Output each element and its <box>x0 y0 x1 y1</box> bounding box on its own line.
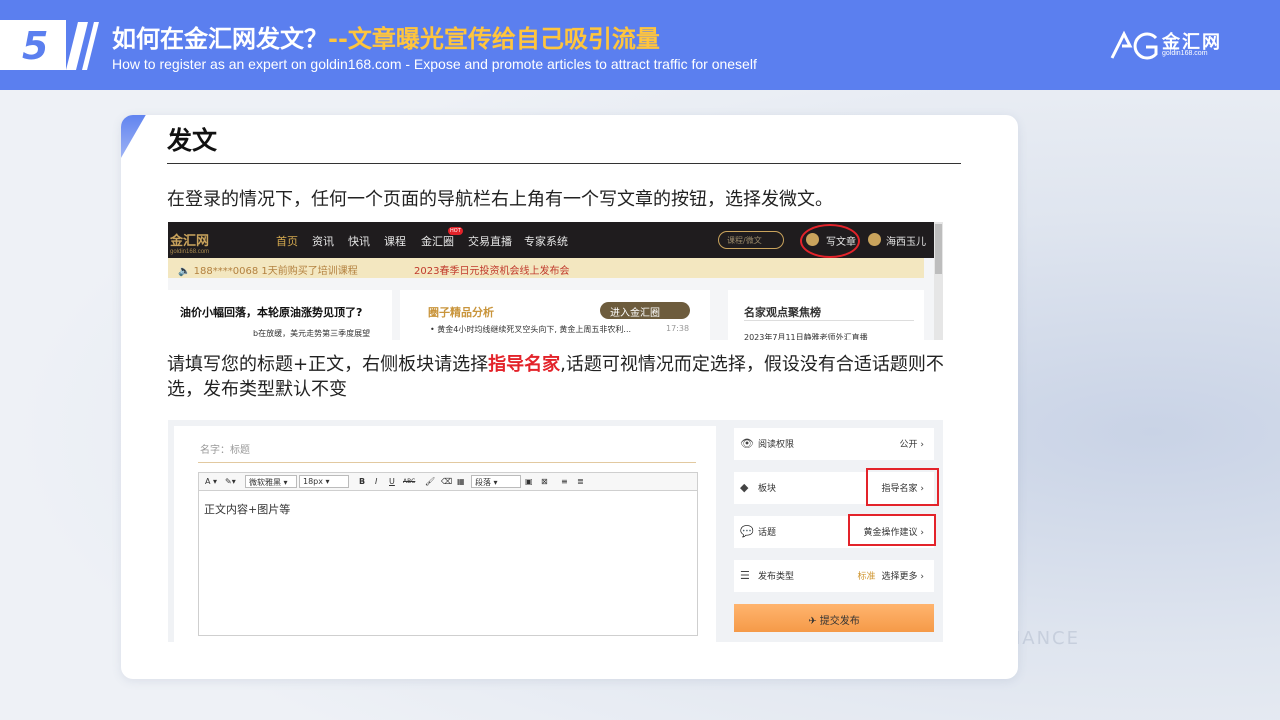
page-title: 如何在金汇网发文？--文章曝光宣传给自己吸引流量 <box>112 19 660 54</box>
section-number: 5 <box>22 24 49 68</box>
brush-icon[interactable]: 🖌 <box>425 477 435 486</box>
publish-type-more: 选择更多 › <box>881 572 924 582</box>
nav-item-home[interactable]: 首页 <box>276 233 298 249</box>
title-main: 如何在金汇网发文？ <box>112 25 328 53</box>
nav-item-courses[interactable]: 课程 <box>384 233 406 249</box>
underline-button[interactable]: U <box>389 477 395 486</box>
user-name[interactable]: 海西玉儿 <box>886 233 926 248</box>
news-headline[interactable]: 油价小幅回落，本轮原油涨势见顶了? <box>180 304 362 320</box>
scrollbar[interactable] <box>934 222 943 340</box>
nav-item-news[interactable]: 资讯 <box>312 233 334 249</box>
navbar-screenshot: 金汇网 goldin168.com 首页 资讯 快讯 课程 金汇圈 HOT 交易… <box>168 222 943 340</box>
highlight-ring <box>800 224 860 258</box>
ranking-divider <box>744 320 914 321</box>
section-number-box: 5 <box>0 20 66 70</box>
site-logo-url: goldin168.com <box>170 249 210 255</box>
section-label: 板块 <box>758 484 777 494</box>
nav-item-flash[interactable]: 快讯 <box>348 233 370 249</box>
publish-type-label: 发布类型 <box>758 572 795 582</box>
highlight-box-topic <box>848 514 936 546</box>
read-permission-value: 公开 › <box>899 440 924 450</box>
title-input[interactable]: 名字：标题 <box>200 441 250 456</box>
editor-toolbar: A ▾ ✎▾ 微软雅黑 ▾ 18px ▾ B I U ABC 🖌 ⌫ ▦ 段落 … <box>198 472 698 491</box>
font-size-value: 18px <box>303 477 323 486</box>
instruction-paragraph-1: 在登录的情况下，任何一个页面的导航栏右上角有一个写文章的按钮，选择发微文。 <box>167 189 833 210</box>
ticker-purchase: 🔈 188****0068 1天前购买了培训课程 <box>178 266 358 277</box>
eye-icon: 👁 <box>740 437 754 450</box>
font-family-select[interactable]: 微软雅黑 ▾ <box>245 475 297 488</box>
site-navbar: 金汇网 goldin168.com 首页 资讯 快讯 课程 金汇圈 HOT 交易… <box>168 222 934 258</box>
paragraph-value: 段落 <box>475 478 491 487</box>
font-size-select[interactable]: 18px ▾ <box>299 475 349 488</box>
circle-news-time: 17:38 <box>666 324 690 333</box>
image-icon[interactable]: ▣ <box>525 477 533 486</box>
enter-circle-button[interactable]: 进入金汇圈 <box>600 302 690 319</box>
ticker-bar: 🔈 188****0068 1天前购买了培训课程 2023春季日元投资机会线上发… <box>168 258 924 278</box>
table-icon[interactable]: ▦ <box>457 477 465 486</box>
logo-mark-icon <box>1110 30 1158 60</box>
site-logo-name: 金汇网 <box>170 234 210 249</box>
font-family-value: 微软雅黑 <box>249 478 281 487</box>
brand-logo: 金汇网 goldin168.com <box>1110 28 1230 62</box>
chat-icon: 💬 <box>740 525 754 538</box>
highlight-color-icon[interactable]: ✎▾ <box>225 477 236 486</box>
circle-column-title: 圈子精品分析 <box>428 306 494 319</box>
header-bar: 5 如何在金汇网发文？--文章曝光宣传给自己吸引流量 How to regist… <box>0 0 1280 90</box>
read-permission-row[interactable]: 👁 阅读权限 公开 › <box>734 428 934 460</box>
section-divider <box>167 163 961 164</box>
ticker-purchase-text: 188****0068 1天前购买了培训课程 <box>193 266 358 277</box>
submit-publish-button[interactable]: ✈ 提交发布 <box>734 604 934 632</box>
hot-badge: HOT <box>448 227 463 235</box>
align-justify-icon[interactable]: ≣ <box>577 477 584 486</box>
ranking-news-item[interactable]: 2023年7月11日静雅老师外汇直播 <box>744 332 868 340</box>
layers-icon: ◆ <box>740 481 749 494</box>
section-title: 发文 <box>167 126 218 155</box>
nav-item-circle[interactable]: 金汇圈 <box>421 233 454 249</box>
strike-button[interactable]: ABC <box>403 478 415 485</box>
para2-highlight: 指导名家 <box>488 354 561 375</box>
publish-type-row[interactable]: ☰ 发布类型 标准 选择更多 › <box>734 560 934 592</box>
page-subtitle: How to register as an expert on goldin16… <box>112 56 757 72</box>
font-color-label: A <box>205 477 211 486</box>
highlight-box-section <box>866 468 939 506</box>
ranking-column-title: 名家观点聚焦榜 <box>744 306 821 319</box>
publish-type-value: 标准 选择更多 › <box>858 569 924 582</box>
read-permission-label: 阅读权限 <box>758 440 795 450</box>
ticker-event[interactable]: 2023春季日元投资机会线上发布会 <box>414 262 569 277</box>
font-color-button[interactable]: A ▾ <box>205 477 217 486</box>
topic-label: 话题 <box>758 528 777 538</box>
bold-button[interactable]: B <box>359 477 365 486</box>
eraser-icon[interactable]: ⌫ <box>441 477 452 486</box>
avatar[interactable] <box>868 233 881 246</box>
title-underline <box>198 462 696 463</box>
para2-text-before: 请填写您的标题+正文，右侧板块请选择 <box>167 354 489 375</box>
news-subline[interactable]: b在放缓，美元走势第三季度展望 <box>253 328 370 339</box>
publish-type-current: 标准 <box>857 572 876 582</box>
card-corner-decor <box>121 115 155 165</box>
logo-url: goldin168.com <box>1162 50 1208 57</box>
nav-search-input[interactable]: 课程/微文 <box>718 231 784 249</box>
paragraph-select[interactable]: 段落 ▾ <box>471 475 521 488</box>
list-icon: ☰ <box>740 569 750 582</box>
nav-item-expert[interactable]: 专家系统 <box>524 233 568 249</box>
site-logo[interactable]: 金汇网 goldin168.com <box>170 230 209 255</box>
clear-icon[interactable]: ⊠ <box>541 477 548 486</box>
body-placeholder: 正文内容+图片等 <box>204 503 291 516</box>
align-left-icon[interactable]: ≡ <box>561 477 568 486</box>
italic-button[interactable]: I <box>375 477 377 486</box>
title-highlight: --文章曝光宣传给自己吸引流量 <box>328 25 660 53</box>
editor-screenshot: 名字：标题 A ▾ ✎▾ 微软雅黑 ▾ 18px ▾ B I U ABC 🖌 ⌫… <box>168 420 943 642</box>
circle-news-item[interactable]: • 黄金4小时均线继续死叉空头向下, 黄金上周五非农利... <box>430 324 631 335</box>
nav-item-live[interactable]: 交易直播 <box>468 233 512 249</box>
instruction-paragraph-2: 请填写您的标题+正文，右侧板块请选择指导名家,话题可视情况而定选择，假设没有合适… <box>167 352 957 402</box>
